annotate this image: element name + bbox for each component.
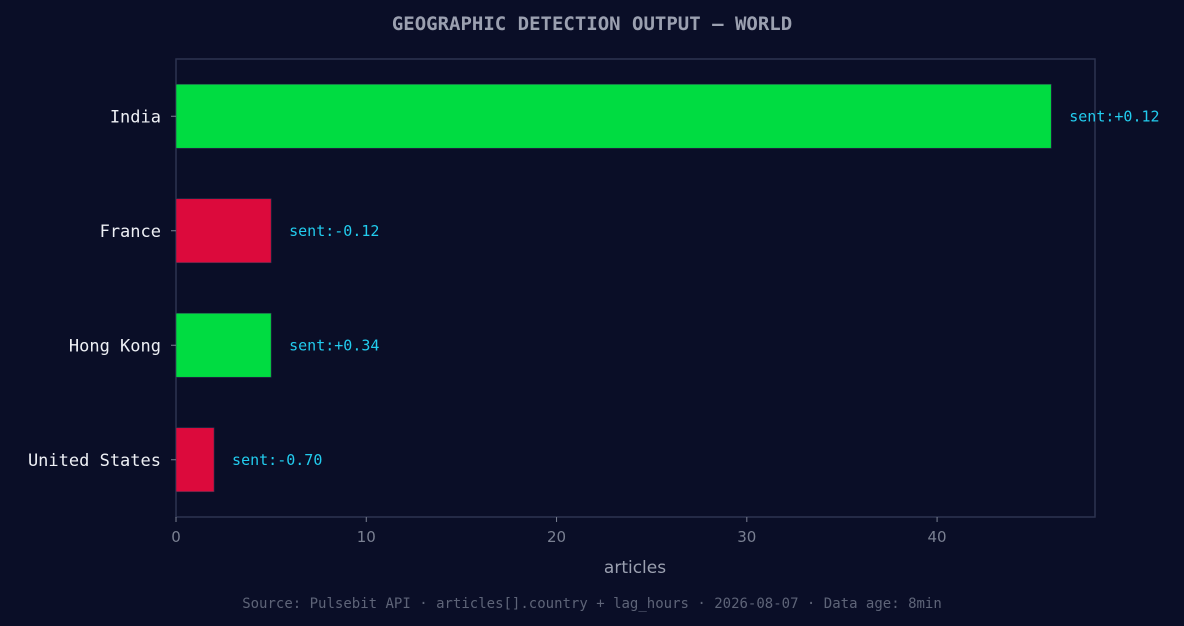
x-tick-label: 10 <box>357 528 376 546</box>
sentiment-label-hong-kong: sent:+0.34 <box>289 336 379 354</box>
category-label-united-states: United States <box>28 451 161 471</box>
x-tick-label: 40 <box>928 528 947 546</box>
bar-india <box>175 83 1052 149</box>
category-label-france: France <box>100 222 161 242</box>
chart: GEOGRAPHIC DETECTION OUTPUT — WORLD Indi… <box>28 13 1160 612</box>
category-axis: India France Hong Kong United States <box>28 107 176 471</box>
category-label-hong-kong: Hong Kong <box>69 336 161 356</box>
bar-united-states <box>175 427 215 493</box>
source-footer: Source: Pulsebit API · articles[].countr… <box>242 596 942 612</box>
chart-title: GEOGRAPHIC DETECTION OUTPUT — WORLD <box>392 13 792 35</box>
bar-hong-kong <box>175 312 272 378</box>
value-axis: 0 10 20 30 40 <box>171 517 947 546</box>
sentiment-labels: sent:+0.12 sent:-0.12 sent:+0.34 sent:-0.70 <box>232 107 1159 469</box>
x-axis-label: articles <box>604 558 666 578</box>
category-label-india: India <box>110 107 161 127</box>
bars-layer <box>175 83 1052 493</box>
x-tick-label: 0 <box>171 528 181 546</box>
sentiment-label-united-states: sent:-0.70 <box>232 451 322 469</box>
x-tick-label: 20 <box>547 528 566 546</box>
x-tick-label: 30 <box>737 528 756 546</box>
bar-france <box>175 198 272 264</box>
sentiment-label-france: sent:-0.12 <box>289 222 379 240</box>
sentiment-label-india: sent:+0.12 <box>1069 107 1159 125</box>
